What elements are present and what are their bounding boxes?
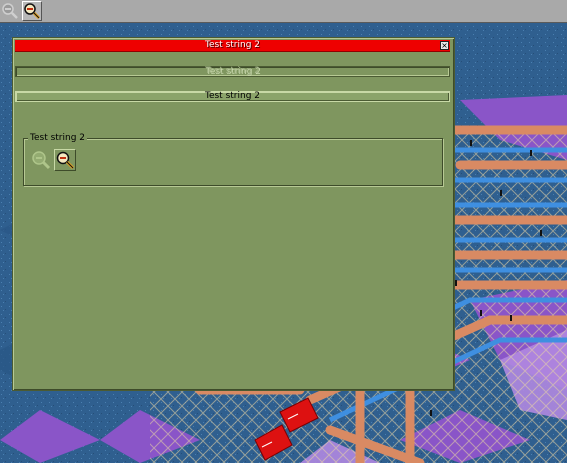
zoom-in-icon: [24, 3, 41, 20]
window-titlebar[interactable]: Test string 2 ×: [15, 40, 450, 52]
enabled-button[interactable]: Test string 2: [15, 91, 450, 102]
zoom-out-icon: [32, 151, 51, 170]
zoom-out-icon: [2, 3, 18, 19]
group-box-label: Test string 2: [28, 132, 88, 144]
zoom-out-button[interactable]: [0, 1, 20, 21]
disabled-button-label: Test string 2: [204, 66, 260, 76]
group-zoom-out-button[interactable]: [30, 149, 52, 171]
top-toolbar: [0, 0, 567, 23]
group-zoom-in-button[interactable]: [54, 149, 76, 171]
group-box: Test string 2: [23, 132, 443, 186]
close-icon: ×: [441, 41, 448, 50]
close-button[interactable]: ×: [440, 41, 449, 50]
window-title: Test string 2: [204, 40, 260, 50]
disabled-button[interactable]: Test string 2: [15, 66, 450, 77]
zoom-in-icon: [56, 151, 75, 170]
enabled-button-label: Test string 2: [204, 91, 260, 101]
zoom-in-button[interactable]: [22, 1, 42, 21]
test-window: Test string 2 × Test string 2 Test strin…: [12, 37, 455, 391]
